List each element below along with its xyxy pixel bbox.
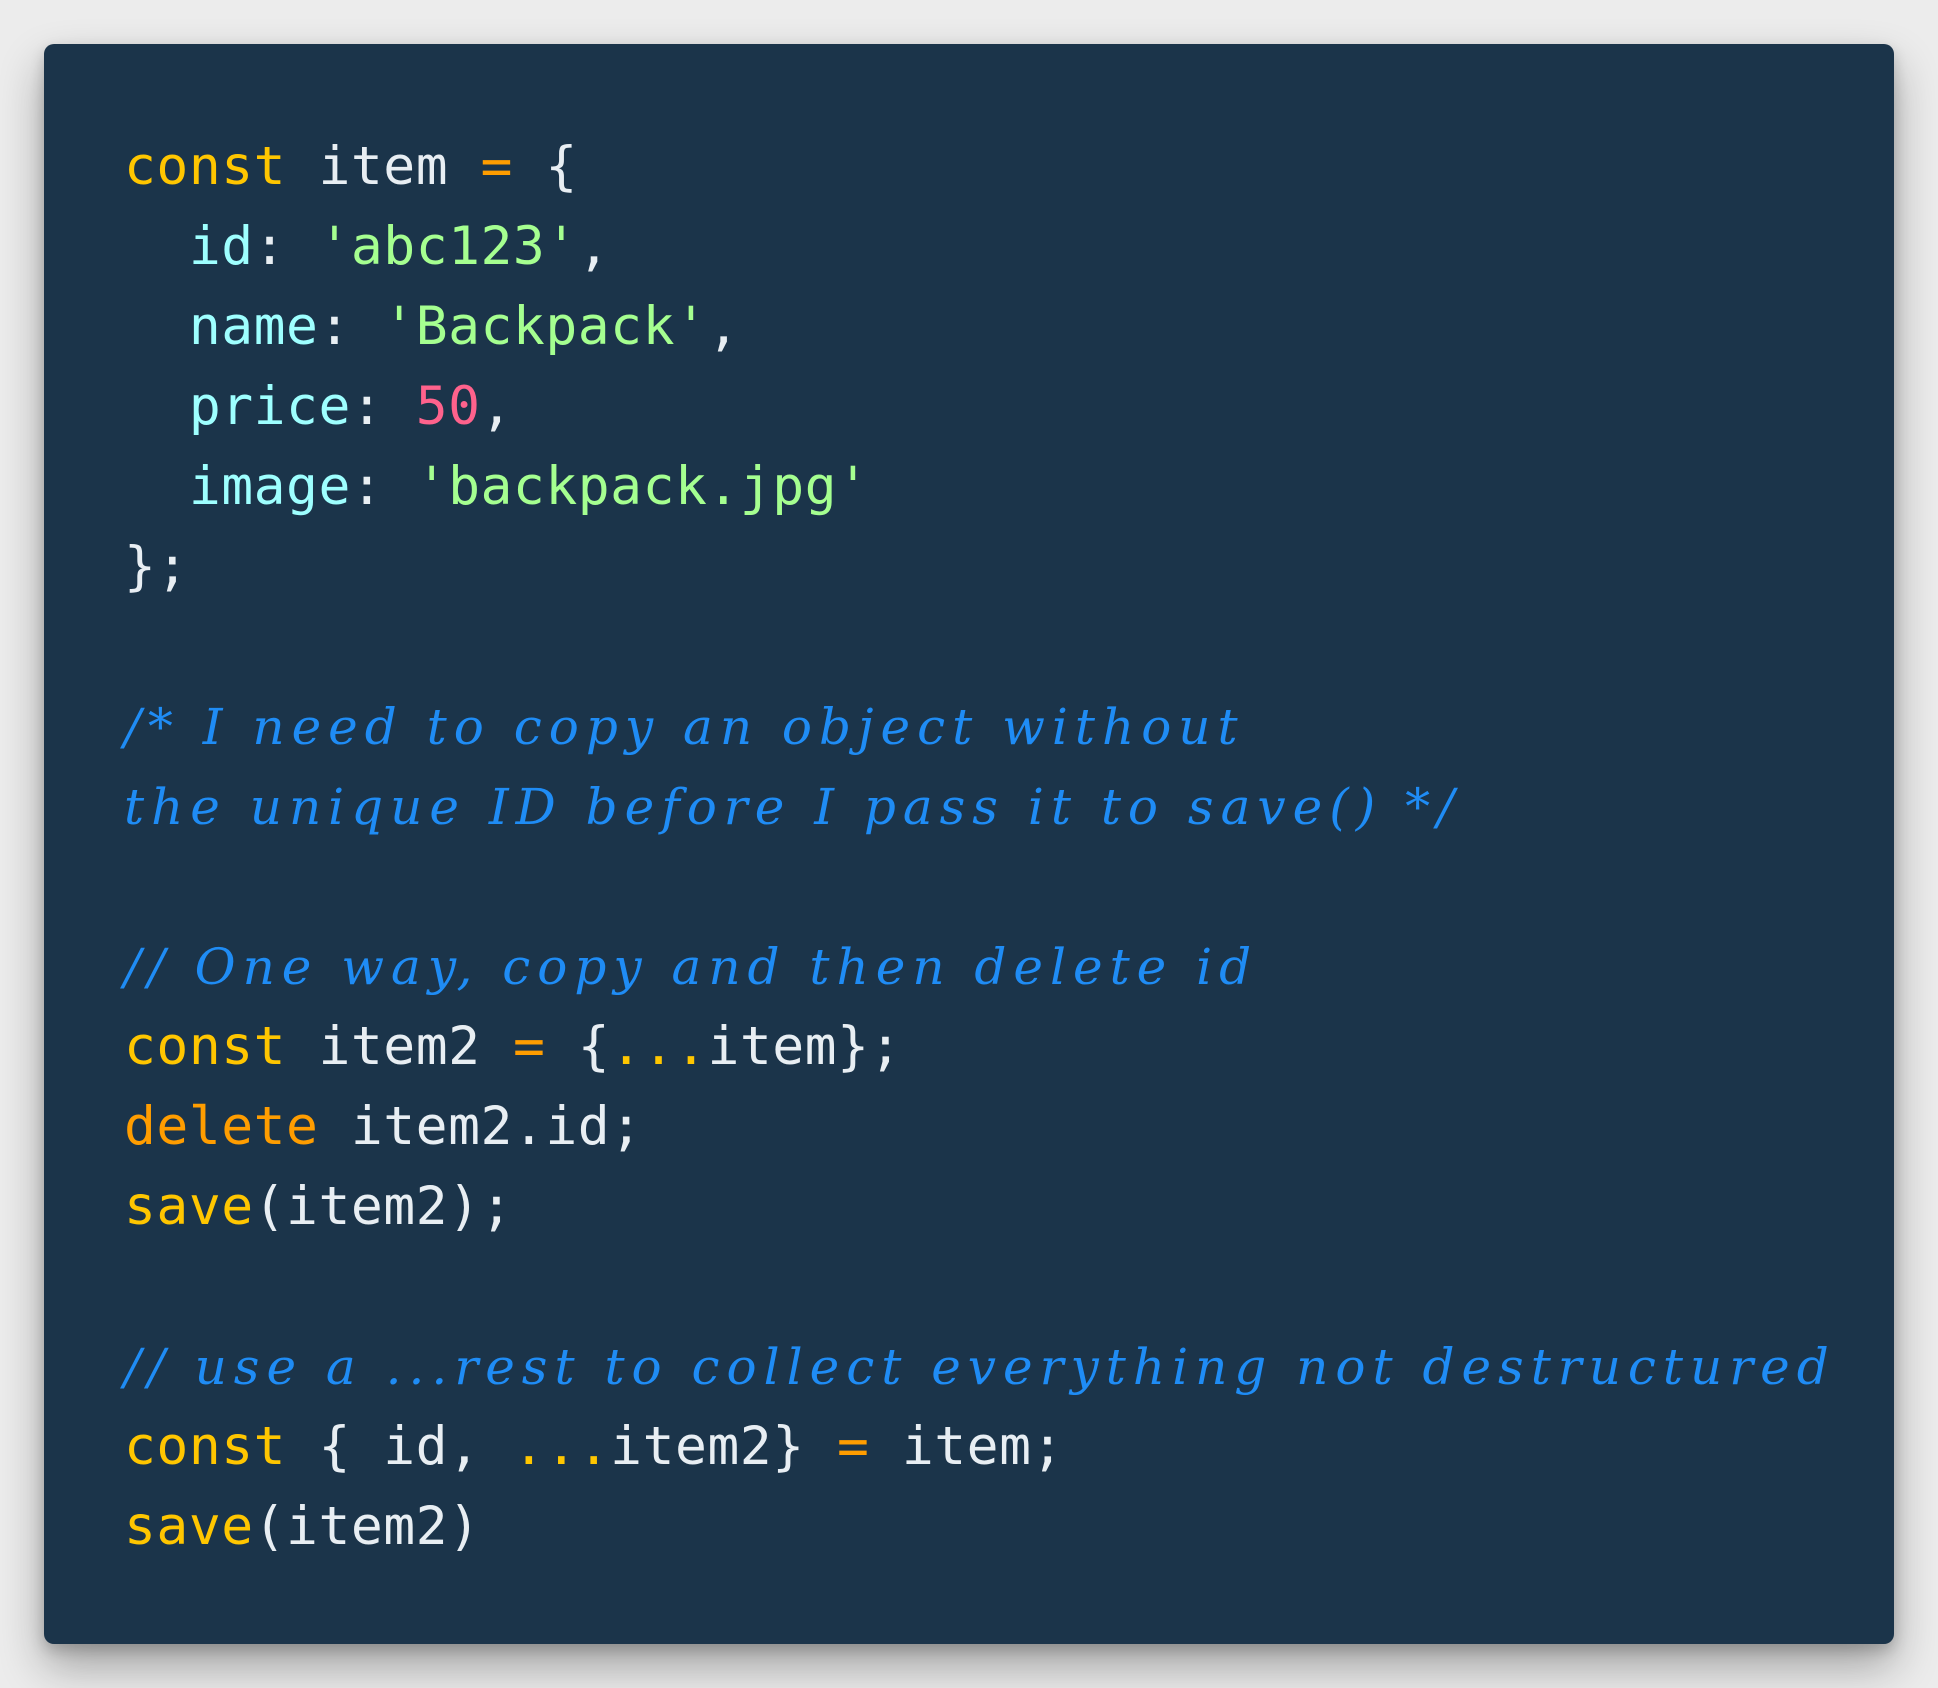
code-line-2: id: 'abc123', (124, 207, 1894, 287)
code-line-7-blank (124, 607, 1894, 687)
spread-operator: ... (610, 1016, 708, 1077)
string-literal: 'abc123' (318, 216, 578, 277)
punctuation: : (350, 456, 416, 517)
punctuation: , (707, 296, 740, 357)
operator: = (512, 1016, 546, 1077)
number-literal: 50 (415, 376, 481, 437)
code-line-12: const item2 = {...item}; (124, 1007, 1894, 1087)
code-line-4: price: 50, (124, 367, 1894, 447)
code-line-3: name: 'Backpack', (124, 287, 1894, 367)
string-literal: 'backpack.jpg' (415, 456, 870, 517)
code-line-10-blank (124, 847, 1894, 927)
brace: { (577, 1016, 611, 1077)
spread-operator: ... (512, 1416, 611, 1477)
code-line-9: the unique ID before I pass it to save()… (124, 767, 1894, 847)
identifier: item2} (610, 1416, 838, 1477)
property: id (188, 216, 254, 277)
identifier: item; (869, 1416, 1064, 1477)
operator: = (837, 1416, 870, 1477)
function-name: save (124, 1496, 254, 1557)
punctuation: : (253, 216, 319, 277)
punctuation: : (318, 296, 384, 357)
code-line-13: delete item2.id; (124, 1087, 1894, 1167)
line-comment: // One way, copy and then delete id (124, 938, 1259, 996)
closing-brace: }; (124, 536, 189, 597)
keyword: const (124, 1416, 287, 1477)
identifier: item2 (318, 1016, 481, 1077)
punctuation: , (577, 216, 611, 277)
block-comment: the unique ID before I pass it to save()… (124, 778, 1461, 836)
keyword: const (124, 136, 287, 197)
identifier: item2.id; (318, 1096, 643, 1157)
code-line-1: const item = { (124, 127, 1894, 207)
code-line-5: image: 'backpack.jpg' (124, 447, 1894, 527)
string-literal: 'Backpack' (383, 296, 708, 357)
identifier: item (318, 136, 449, 197)
punctuation: : (350, 376, 416, 437)
code-window: const item = { id: 'abc123', name: 'Back… (44, 44, 1894, 1644)
code-line-17: const { id, ...item2} = item; (124, 1407, 1894, 1487)
destructure-pattern: { id, (286, 1416, 513, 1477)
operator: = (480, 136, 513, 197)
keyword: const (124, 1016, 287, 1077)
arguments: (item2); (253, 1176, 513, 1237)
code-line-11: // One way, copy and then delete id (124, 927, 1894, 1007)
identifier: item}; (707, 1016, 902, 1077)
punctuation: , (480, 376, 513, 437)
code-line-15-blank (124, 1247, 1894, 1327)
code-line-14: save(item2); (124, 1167, 1894, 1247)
line-comment: // use a ...rest to collect everything n… (124, 1338, 1836, 1396)
code-line-16: // use a ...rest to collect everything n… (124, 1327, 1894, 1407)
block-comment: /* I need to copy an object without (124, 698, 1245, 756)
brace: { (545, 136, 578, 197)
property: name (188, 296, 319, 357)
function-name: save (124, 1176, 254, 1237)
property: price (188, 376, 351, 437)
property: image (188, 456, 351, 517)
code-line-6: }; (124, 527, 1894, 607)
keyword: delete (124, 1096, 319, 1157)
arguments: (item2) (253, 1496, 481, 1557)
code-line-8: /* I need to copy an object without (124, 687, 1894, 767)
code-line-18: save(item2) (124, 1487, 1894, 1567)
